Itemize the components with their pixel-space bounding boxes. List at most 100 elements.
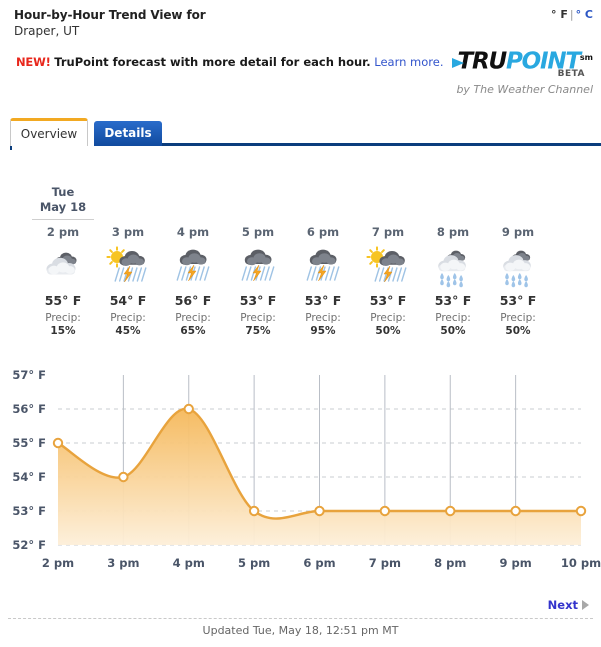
thunderstorm-icon (162, 245, 224, 291)
hour-time: 4 pm (176, 225, 210, 239)
logo-tru-text: TRU (457, 48, 508, 75)
hour-precip-value: 45% (115, 325, 141, 337)
chart-data-point (314, 505, 325, 517)
x-axis-tick-label: 6 pm (303, 556, 335, 570)
hour-temperature: 53° F (434, 293, 472, 308)
hour-column[interactable]: 7 pm 53° F Precip: 50% (357, 225, 419, 338)
hour-precip-label: Precip: (45, 312, 81, 324)
unit-separator: | (569, 8, 574, 21)
y-axis-tick-label: 54° F (12, 470, 46, 484)
hour-precip-label: Precip: (110, 312, 146, 324)
temperature-trend-chart: 57° F 56° F 55° F 54° F 53° F 52° F 2 pm 3 pm 4 … (0, 355, 601, 585)
tab-overview[interactable]: Overview (10, 118, 88, 146)
day-divider (32, 219, 94, 220)
next-arrow-icon (582, 600, 589, 610)
hour-time: 3 pm (111, 225, 145, 239)
hour-time: 9 pm (501, 225, 535, 239)
hour-precip-label: Precip: (370, 312, 406, 324)
y-axis-tick-label: 57° F (12, 368, 46, 382)
chart-data-point (248, 505, 260, 517)
tab-bar: Overview Details (10, 118, 601, 146)
updated-timestamp: Updated Tue, May 18, 12:51 pm MT (202, 624, 399, 637)
tab-details[interactable]: Details (94, 121, 162, 146)
hour-precip-value: 50% (375, 325, 401, 337)
x-axis-tick-label: 8 pm (434, 556, 466, 570)
hour-precip-label: Precip: (435, 312, 471, 324)
unit-toggle: ° F | ° C (551, 8, 593, 21)
sun-thunderstorm-icon (357, 245, 419, 291)
hour-precip-label: Precip: (500, 312, 536, 324)
chart-data-point (379, 505, 391, 517)
x-axis-tick-label: 9 pm (500, 556, 532, 570)
chart-data-point (575, 505, 587, 517)
tab-underline (162, 143, 601, 146)
y-axis-tick-label: 55° F (12, 436, 46, 450)
x-axis-tick-label: 2 pm (42, 556, 74, 570)
hour-column[interactable]: 3 pm 54° F Precip: 45% (97, 225, 159, 338)
hour-column[interactable]: 4 pm 56° F Precip: 65% (162, 225, 224, 338)
logo-point-text: POINT (505, 48, 581, 75)
hour-temperature: 55° F (44, 293, 82, 308)
rain-showers-icon (422, 245, 484, 291)
day-header: Tue May 18 (32, 185, 94, 215)
learn-more-link[interactable]: Learn more. (374, 55, 443, 69)
hour-precip-value: 50% (505, 325, 531, 337)
hour-precip-value: 15% (50, 325, 76, 337)
hour-column[interactable]: 5 pm 53° F Precip: 75% (227, 225, 289, 338)
footer-divider (8, 618, 593, 619)
next-link[interactable]: Next (548, 598, 589, 612)
y-axis-tick-label: 53° F (12, 504, 46, 518)
hour-column[interactable]: 2 pm 55° F Precip: 15% (32, 225, 94, 338)
hourly-forecast-strip: Tue May 18 2 pm 55° F Precip: 15% 3 pm 54° FP… (0, 185, 601, 345)
promo-banner: NEW! TruPoint forecast with more detail … (16, 55, 444, 69)
chart-data-point (445, 505, 456, 517)
hour-column[interactable]: 8 pm 53° F Precip: 50% (422, 225, 484, 338)
rain-showers-icon (487, 245, 549, 291)
hour-temperature: 53° F (304, 293, 342, 308)
cloudy-icon (32, 245, 94, 291)
hour-precip-label: Precip: (240, 312, 276, 324)
hour-temperature: 53° F (239, 293, 277, 308)
day-date: May 18 (39, 200, 87, 214)
panel-left-border (10, 146, 12, 150)
logo-service-mark: sm (579, 53, 593, 62)
hour-temperature: 53° F (499, 293, 537, 308)
page-header: Hour-by-Hour Trend View for Draper, UT °… (0, 0, 601, 118)
logo-byline: by The Weather Channel (456, 83, 593, 96)
chart-data-point (52, 437, 64, 449)
chart-canvas: 57° F 56° F 55° F 54° F 53° F 52° F 2 pm 3 pm 4 … (12, 368, 601, 570)
hour-time: 7 pm (371, 225, 405, 239)
hour-precip-label: Precip: (305, 312, 341, 324)
x-axis-tick-label: 5 pm (238, 556, 270, 570)
chart-data-point (118, 471, 129, 483)
day-name: Tue (51, 185, 75, 199)
logo-arrow-icon (452, 58, 464, 68)
unit-celsius-button[interactable]: ° C (576, 8, 593, 21)
hour-time: 2 pm (46, 225, 80, 239)
thunderstorm-icon (292, 245, 354, 291)
next-label: Next (547, 598, 578, 612)
hour-temperature: 54° F (109, 293, 147, 308)
location-label: Draper, UT (14, 24, 80, 38)
promo-text: TruPoint forecast with more detail for e… (54, 55, 371, 69)
hour-precip-value: 75% (245, 325, 271, 337)
chart-data-point (510, 505, 521, 517)
hour-temperature: 56° F (174, 293, 212, 308)
sun-thunderstorm-icon (97, 245, 159, 291)
y-axis-tick-label: 52° F (12, 538, 46, 552)
hour-column[interactable]: 6 pm 53° F Precip: 95% (292, 225, 354, 338)
x-axis-tick-label: 3 pm (107, 556, 139, 570)
x-axis-tick-label: 7 pm (369, 556, 401, 570)
x-axis-tick-label: 10 pm (561, 556, 601, 570)
hour-precip-label: Precip: (175, 312, 211, 324)
hour-temperature: 53° F (369, 293, 407, 308)
x-axis-tick-label: 4 pm (173, 556, 205, 570)
thunderstorm-icon (227, 245, 289, 291)
hour-precip-value: 50% (440, 325, 466, 337)
y-axis-tick-label: 56° F (12, 402, 46, 416)
hour-column[interactable]: 9 pm 53° F Precip: 50% (487, 225, 549, 338)
hour-precip-value: 95% (310, 325, 336, 337)
unit-fahrenheit-button[interactable]: ° F (551, 8, 568, 21)
trupoint-wordmark: TRUPOINTsm (438, 45, 593, 75)
trupoint-logo: TRUPOINTsm BETA by The Weather Channel (438, 45, 593, 96)
